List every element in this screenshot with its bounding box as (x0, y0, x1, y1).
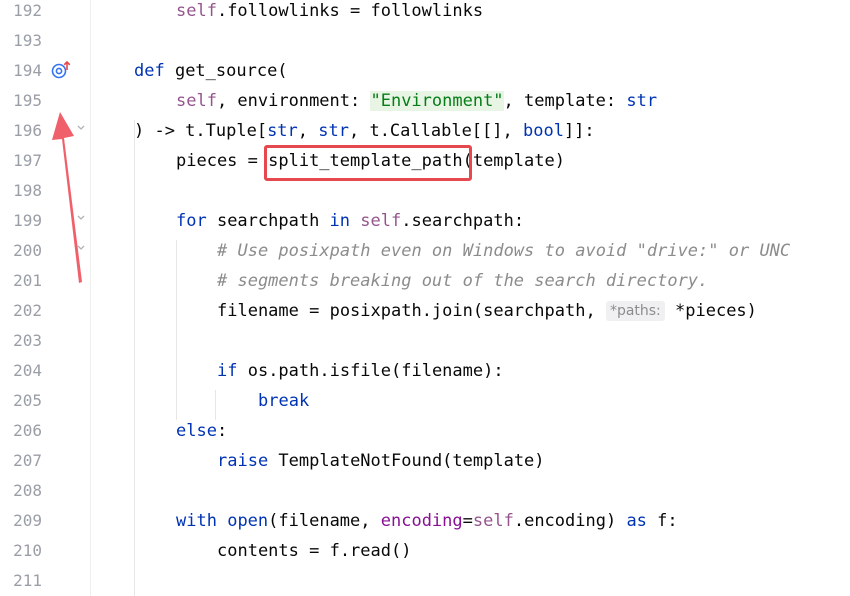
code-text: raise TemplateNotFound(template) (217, 451, 545, 471)
code-text: break (258, 391, 310, 411)
line-number: 202 (13, 301, 42, 320)
code-line[interactable]: 196 ) -> t.Tuple[str, str, t.Callable[[]… (0, 116, 850, 146)
code-line[interactable]: 203 (0, 326, 850, 356)
code-line[interactable]: 199 for searchpath in self.searchpath: (0, 206, 850, 236)
code-text: if os.path.isfile(filename): (217, 361, 504, 381)
code-line[interactable]: 192 self.followlinks = followlinks (0, 0, 850, 26)
code-text: contents = f.read() (217, 541, 412, 561)
code-line[interactable]: 195 self, environment: "Environment", te… (0, 86, 850, 116)
code-line[interactable]: 210 contents = f.read() (0, 536, 850, 566)
code-line[interactable]: 209 with open(filename, encoding=self.en… (0, 506, 850, 536)
code-line[interactable]: 211 (0, 566, 850, 596)
line-number: 206 (13, 421, 42, 440)
line-number: 203 (13, 331, 42, 350)
code-line[interactable]: 208 (0, 476, 850, 506)
code-editor[interactable]: 192 self.followlinks = followlinks 193 1… (0, 0, 850, 596)
line-number: 204 (13, 361, 42, 380)
annotation-arrow (52, 112, 82, 283)
parameter-hint: *paths: (605, 301, 665, 321)
line-number: 207 (13, 451, 42, 470)
line-number: 208 (13, 481, 42, 500)
code-text: filename = posixpath.join(searchpath, *p… (217, 301, 757, 321)
code-line[interactable]: 194 def get_source( (0, 56, 850, 86)
code-text: else: (176, 421, 228, 441)
code-line[interactable]: 206 else: (0, 416, 850, 446)
code-comment: # Use posixpath even on Windows to avoid… (217, 241, 791, 261)
code-line[interactable]: 201 # segments breaking out of the searc… (0, 266, 850, 296)
code-line[interactable]: 193 (0, 26, 850, 56)
code-comment: # segments breaking out of the search di… (217, 271, 709, 291)
code-text: def get_source( (134, 61, 288, 81)
code-text: self, environment: "Environment", templa… (176, 91, 658, 111)
line-number: 210 (13, 541, 42, 560)
code-line[interactable]: 205 break (0, 386, 850, 416)
code-line[interactable]: 207 raise TemplateNotFound(template) (0, 446, 850, 476)
line-number: 205 (13, 391, 42, 410)
annotation-highlight-box (264, 145, 472, 181)
code-text: self.followlinks = followlinks (176, 1, 484, 21)
code-text: with open(filename, encoding=self.encodi… (176, 511, 678, 531)
line-number: 211 (13, 571, 42, 590)
code-text: ) -> t.Tuple[str, str, t.Callable[[], bo… (134, 121, 595, 141)
line-number: 209 (13, 511, 42, 530)
code-line[interactable]: 202 filename = posixpath.join(searchpath… (0, 296, 850, 326)
code-line[interactable]: 204 if os.path.isfile(filename): (0, 356, 850, 386)
code-line[interactable]: 200 # Use posixpath even on Windows to a… (0, 236, 850, 266)
code-text: for searchpath in self.searchpath: (176, 211, 525, 231)
